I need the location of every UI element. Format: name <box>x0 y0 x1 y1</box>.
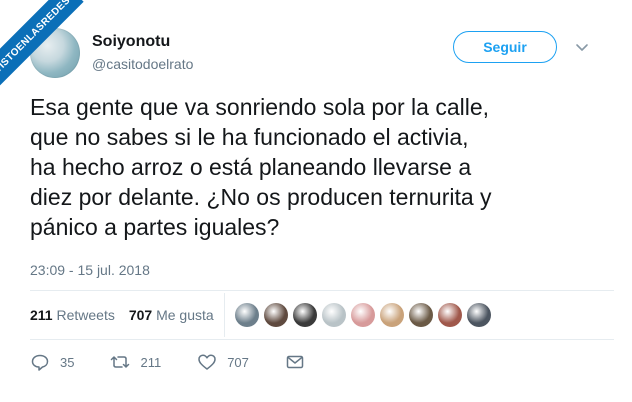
default-profile-icon[interactable] <box>235 303 259 327</box>
follow-button[interactable]: Seguir <box>453 31 557 63</box>
liker-avatar[interactable] <box>351 303 375 327</box>
stats-separator <box>224 293 225 337</box>
likes-label: Me gusta <box>156 307 214 323</box>
reply-action[interactable]: 35 <box>30 352 74 372</box>
retweets-count: 211 <box>30 307 53 323</box>
retweet-action[interactable]: 211 <box>110 352 161 372</box>
like-action[interactable]: 707 <box>197 352 249 372</box>
tweet-line: ha hecho arroz o está planeando llevarse… <box>30 154 472 180</box>
tweet-line: diez por delante. ¿No os producen ternur… <box>30 184 492 210</box>
tweet-line: pánico a partes iguales? <box>30 214 280 240</box>
likes-count: 707 <box>128 307 153 323</box>
chevron-down-icon[interactable] <box>575 40 589 54</box>
likes-stat[interactable]: 707 Me gusta <box>129 307 214 323</box>
display-name[interactable]: Soiyonotu <box>92 33 170 51</box>
tweet-text: Esa gente que va sonriendo sola por la c… <box>30 92 615 242</box>
liker-avatar[interactable] <box>264 303 288 327</box>
tweet-line: Esa gente que va sonriendo sola por la c… <box>30 94 490 120</box>
like-count: 707 <box>227 354 249 370</box>
liker-avatar[interactable] <box>467 303 491 327</box>
reply-count: 35 <box>60 354 75 370</box>
user-handle[interactable]: @casitodoelrato <box>92 56 193 72</box>
reply-icon <box>31 354 49 371</box>
heart-icon <box>198 354 216 370</box>
liker-avatar[interactable] <box>380 303 404 327</box>
liker-avatars <box>235 303 496 327</box>
divider <box>30 339 614 340</box>
retweets-label: Retweets <box>56 307 115 323</box>
tweet-line: que no sabes si le ha funcionado el acti… <box>30 124 469 150</box>
retweet-count: 211 <box>140 354 162 370</box>
tweet-timestamp[interactable]: 23:09 - 15 jul. 2018 <box>30 262 150 278</box>
divider <box>30 290 614 291</box>
tweet-actions: 35 211 707 <box>30 352 351 372</box>
liker-avatar[interactable] <box>409 303 433 327</box>
retweets-stat[interactable]: 211 Retweets <box>30 307 115 323</box>
liker-avatar[interactable] <box>438 303 462 327</box>
engagement-stats: 211 Retweets 707 Me gusta <box>30 307 214 323</box>
liker-avatar[interactable] <box>322 303 346 327</box>
envelope-icon <box>286 355 304 369</box>
retweet-icon <box>111 356 130 368</box>
direct-message-action[interactable] <box>285 352 315 372</box>
liker-avatar[interactable] <box>293 303 317 327</box>
